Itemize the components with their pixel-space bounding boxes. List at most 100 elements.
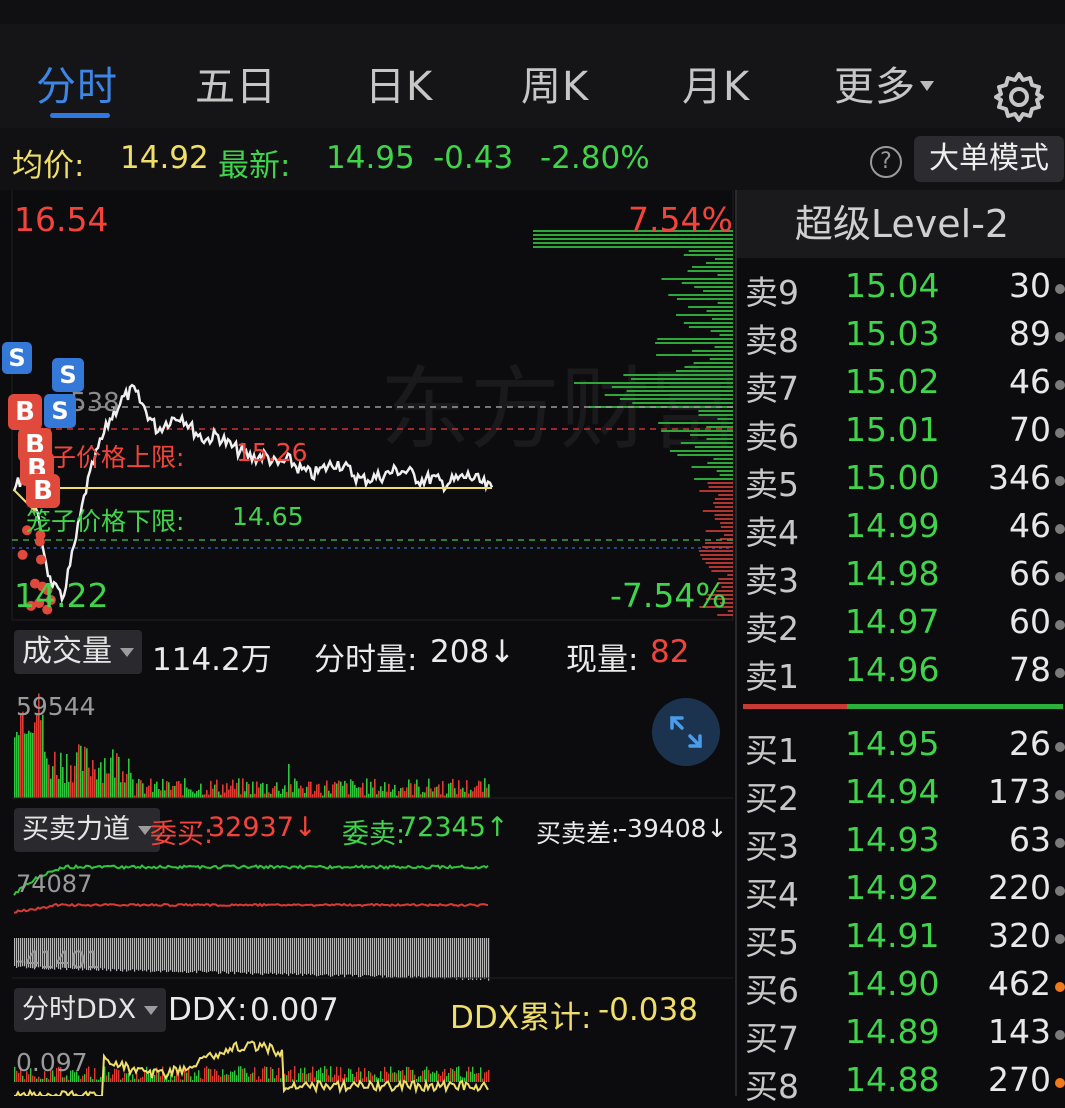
big-order-mode-button[interactable]: 大单模式	[914, 136, 1064, 182]
tab-more[interactable]: 更多	[834, 54, 934, 112]
ddx-bar	[446, 1075, 448, 1082]
ddx-bar	[336, 1066, 338, 1082]
volume-bar	[336, 783, 338, 798]
volume-bar	[318, 783, 320, 798]
ask-level-row[interactable]: 卖1 14.96 78	[737, 650, 1065, 698]
force-diff-bar	[168, 938, 170, 972]
force-diff-bar	[136, 938, 138, 970]
volume-selector[interactable]: 成交量	[14, 630, 142, 674]
level-label: 买8	[745, 1067, 799, 1106]
force-diff-bar	[236, 938, 238, 972]
ask-level-row[interactable]: 卖8 15.03 89	[737, 314, 1065, 362]
force-diff-bar	[152, 938, 154, 972]
ask-level-row[interactable]: 卖3 14.98 66	[737, 554, 1065, 602]
bid-level-row[interactable]: 买1 14.95 26	[737, 724, 1065, 772]
volume-bar	[248, 784, 250, 798]
force-diff-bar	[432, 938, 434, 979]
expand-chart-button[interactable]	[652, 698, 720, 766]
order-dot-icon	[1055, 886, 1065, 896]
ask-level-row[interactable]: 卖6 15.01 70	[737, 410, 1065, 458]
volume-bar	[224, 792, 226, 798]
volume-bar	[228, 789, 230, 798]
ddx-bar	[352, 1074, 354, 1082]
ddx-bar	[242, 1068, 244, 1082]
level-volume: 143	[988, 1012, 1051, 1051]
level-price: 15.04	[845, 266, 940, 305]
force-diff-bar	[460, 938, 462, 978]
help-icon[interactable]: ?	[870, 146, 902, 178]
depth-bar	[680, 442, 733, 444]
depth-bar	[658, 422, 733, 424]
ask-level-row[interactable]: 卖4 14.99 46	[737, 506, 1065, 554]
tab-intraday[interactable]: 分时	[36, 54, 118, 112]
volume-bar	[60, 752, 62, 798]
force-selector[interactable]: 买卖力道	[14, 808, 160, 852]
tab-five-day[interactable]: 五日	[195, 54, 277, 112]
ddx-bar	[298, 1073, 300, 1082]
volume-bar	[428, 778, 430, 798]
bid-level-row[interactable]: 买4 14.92 220	[737, 868, 1065, 916]
ask-level-row[interactable]: 卖5 15.00 346	[737, 458, 1065, 506]
ddx-bar	[262, 1068, 264, 1082]
ddx-bar	[422, 1070, 424, 1082]
bid-level-row[interactable]: 买6 14.90 462	[737, 964, 1065, 1012]
sell-marker[interactable]: S	[52, 358, 84, 392]
force-diff-bar	[480, 938, 482, 981]
bid-level-row[interactable]: 买7 14.89 143	[737, 1012, 1065, 1060]
sell-marker[interactable]: S	[2, 342, 32, 374]
volume-bar	[36, 714, 38, 798]
ddx-bar	[292, 1079, 294, 1082]
force-diff-bar	[358, 938, 360, 978]
ddx-bar	[256, 1079, 258, 1082]
depth-bar	[716, 470, 733, 472]
force-diff-bar	[366, 938, 368, 976]
volume-bar	[108, 773, 110, 798]
volume-bar	[464, 791, 466, 798]
force-diff-bar	[172, 938, 174, 972]
force-diff-bar	[206, 938, 208, 973]
ddx-bar	[440, 1075, 442, 1082]
bid-level-row[interactable]: 买2 14.94 173	[737, 772, 1065, 820]
ddx-bar	[432, 1071, 434, 1082]
level-volume: 26	[1009, 724, 1051, 763]
gear-icon[interactable]	[992, 70, 1046, 124]
volume-bar	[58, 778, 60, 798]
ask-level-row[interactable]: 卖7 15.02 46	[737, 362, 1065, 410]
ddx-bar	[34, 1076, 36, 1082]
ask-level-row[interactable]: 卖9 15.04 30	[737, 266, 1065, 314]
buy-marker[interactable]: B	[8, 394, 42, 430]
force-diff-bar	[320, 938, 322, 976]
force-selector-label: 买卖力道	[22, 814, 130, 845]
ddx-bar	[252, 1072, 254, 1082]
force-diff-bar	[346, 938, 348, 975]
bid-level-row[interactable]: 买8 14.88 270	[737, 1060, 1065, 1108]
force-diff-bar	[226, 938, 228, 974]
force-diff-bar	[428, 938, 430, 977]
volume-bar	[34, 722, 36, 798]
sell-marker[interactable]: S	[44, 394, 76, 428]
bid-level-row[interactable]: 买3 14.93 63	[737, 820, 1065, 868]
buy-marker[interactable]: B	[26, 474, 60, 508]
ask-level-row[interactable]: 卖2 14.97 60	[737, 602, 1065, 650]
level-price: 15.01	[845, 410, 940, 449]
volume-bar	[276, 782, 278, 798]
tab-weekly-k[interactable]: 周K	[521, 54, 589, 112]
tab-monthly-k[interactable]: 月K	[682, 54, 750, 112]
force-diff-bar	[250, 938, 252, 974]
depth-bar	[623, 374, 733, 376]
force-diff-bar	[448, 938, 450, 979]
volume-bar	[488, 784, 490, 798]
force-diff-bar	[144, 938, 146, 971]
tab-daily-k[interactable]: 日K	[365, 54, 433, 112]
bid-level-row[interactable]: 买5 14.91 320	[737, 916, 1065, 964]
volume-bar	[302, 788, 304, 798]
volume-bar	[448, 783, 450, 798]
level-label: 卖6	[745, 417, 799, 456]
order-dot-icon	[1055, 428, 1065, 438]
ddx-selector[interactable]: 分时DDX	[14, 988, 167, 1032]
volume-bar	[370, 781, 372, 798]
depth-bar	[719, 334, 733, 336]
volume-bar	[174, 785, 176, 798]
ddx-bar	[438, 1073, 440, 1082]
ddx-bar	[254, 1067, 256, 1082]
